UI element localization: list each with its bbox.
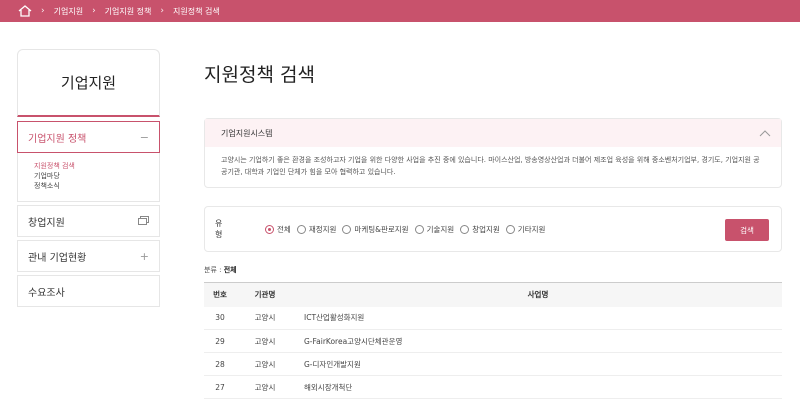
col-header-program: 사업명 (527, 290, 549, 300)
radio-label: 전체 (277, 224, 291, 234)
table-row[interactable]: 29 고양시 G-FairKorea고양시단체관운영 (204, 329, 782, 353)
radio-label: 재정지원 (308, 224, 337, 234)
submenu-item-policy-search[interactable]: 지원정책 검색 (34, 161, 143, 171)
col-header-org: 기관명 (254, 290, 276, 300)
policy-table: 번호 기관명 사업명 30 고양시 ICT산업활성화지원 29 고양시 G-Fa… (204, 282, 782, 399)
sidebar-item-label: 관내 기업현황 (28, 252, 87, 264)
search-button[interactable]: 검색 (725, 219, 769, 241)
chevron-up-icon[interactable] (759, 130, 771, 137)
radio-dot[interactable] (296, 224, 306, 234)
category-prefix: 분류 : (204, 266, 224, 274)
breadcrumb-bar: › 기업지원 › 기업지원 정책 › 지원정책 검색 (0, 0, 800, 22)
radio-all[interactable]: 전체 (265, 224, 291, 235)
submenu-item-bizinfo[interactable]: 기업마당 (34, 171, 143, 181)
category-value: 전체 (223, 266, 237, 274)
radio-label: 창업지원 (472, 224, 500, 234)
cell-org: 고양시 (236, 375, 294, 399)
filter-panel: 유형 전체 재정지원 마케팅&판로지원 기술지원 창업지원 기타지원 검색 (204, 206, 782, 252)
submenu-item-policy-news[interactable]: 정책소식 (34, 181, 143, 191)
radio-marketing[interactable]: 마케팅&판로지원 (342, 224, 409, 235)
chevron-right-icon: › (92, 6, 96, 16)
sidebar-menu: 기업지원 정책 − 지원정책 검색 기업마당 정책소식 창업지원 관내 기업현황… (17, 121, 160, 307)
radio-etc[interactable]: 기타지원 (505, 224, 546, 235)
category-indicator: 분류 : 전체 (204, 265, 237, 275)
filter-label: 유형 (215, 219, 243, 239)
radio-startup[interactable]: 창업지원 (460, 224, 500, 235)
main-content: 지원정책 검색 기업지원시스템 고양시는 기업하기 좋은 환경을 조성하고자 기… (204, 60, 782, 399)
breadcrumb-item[interactable]: 기업지원 (54, 6, 83, 17)
window-icon (138, 215, 149, 228)
sidebar-item-companies[interactable]: 관내 기업현황 + (17, 240, 160, 272)
cell-org: 고양시 (236, 329, 294, 353)
cell-number: 27 (204, 375, 236, 399)
page-title: 지원정책 검색 (204, 64, 315, 86)
cell-number: 30 (204, 306, 236, 330)
radio-dot[interactable] (342, 224, 352, 234)
cell-org: 고양시 (236, 306, 294, 330)
radio-dot[interactable] (265, 224, 274, 234)
radio-dot[interactable] (505, 224, 515, 234)
radio-tech[interactable]: 기술지원 (414, 224, 455, 235)
sidebar-item-survey[interactable]: 수요조사 (17, 275, 160, 307)
sidebar-item-policy[interactable]: 기업지원 정책 − (17, 121, 160, 153)
cell-program-link[interactable]: 해외시장개척단 (294, 375, 782, 399)
cell-number: 29 (204, 329, 236, 353)
radio-dot[interactable] (460, 224, 470, 234)
plus-icon[interactable]: + (140, 250, 149, 263)
radio-finance[interactable]: 재정지원 (296, 224, 337, 235)
info-panel-title: 기업지원시스템 (221, 128, 273, 138)
cell-program-link[interactable]: G-FairKorea고양시단체관운영 (294, 329, 782, 353)
table-row[interactable]: 27 고양시 해외시장개척단 (204, 375, 782, 399)
cell-org: 고양시 (236, 352, 294, 376)
breadcrumb-item[interactable]: 기업지원 정책 (105, 6, 152, 17)
sidebar-submenu: 지원정책 검색 기업마당 정책소식 (17, 153, 160, 202)
type-radio-group: 전체 재정지원 마케팅&판로지원 기술지원 창업지원 기타지원 (265, 224, 545, 235)
home-icon[interactable] (18, 5, 32, 17)
col-header-number: 번호 (213, 290, 227, 300)
sidebar-item-label: 기업지원 정책 (28, 133, 87, 145)
sidebar-item-label: 수요조사 (28, 287, 65, 299)
radio-label: 기술지원 (426, 224, 455, 234)
table-header-row: 번호 기관명 사업명 (204, 282, 782, 307)
radio-dot[interactable] (414, 224, 424, 234)
radio-label: 마케팅&판로지원 (354, 224, 409, 234)
cell-number: 28 (204, 352, 236, 376)
cell-program-link[interactable]: ICT산업활성화지원 (294, 306, 782, 330)
info-panel: 기업지원시스템 고양시는 기업하기 좋은 환경을 조성하고자 기업을 위한 다양… (204, 118, 782, 188)
table-row[interactable]: 28 고양시 G-디자인개발지원 (204, 352, 782, 376)
sidebar: 기업지원 기업지원 정책 − 지원정책 검색 기업마당 정책소식 창업지원 관내… (17, 49, 160, 307)
sidebar-item-label: 창업지원 (28, 217, 65, 229)
sidebar-item-startup[interactable]: 창업지원 (17, 205, 160, 237)
table-row[interactable]: 30 고양시 ICT산업활성화지원 (204, 306, 782, 330)
chevron-right-icon: › (160, 6, 164, 16)
info-panel-body: 고양시는 기업하기 좋은 환경을 조성하고자 기업을 위한 다양한 사업을 추진… (221, 156, 760, 176)
info-panel-header[interactable]: 기업지원시스템 (205, 119, 781, 147)
radio-label: 기타지원 (517, 224, 546, 234)
cell-program-link[interactable]: G-디자인개발지원 (294, 352, 782, 376)
minus-icon[interactable]: − (140, 131, 149, 144)
breadcrumb-item[interactable]: 지원정책 검색 (173, 6, 220, 17)
sidebar-title: 기업지원 (17, 49, 160, 117)
chevron-right-icon: › (41, 6, 45, 16)
